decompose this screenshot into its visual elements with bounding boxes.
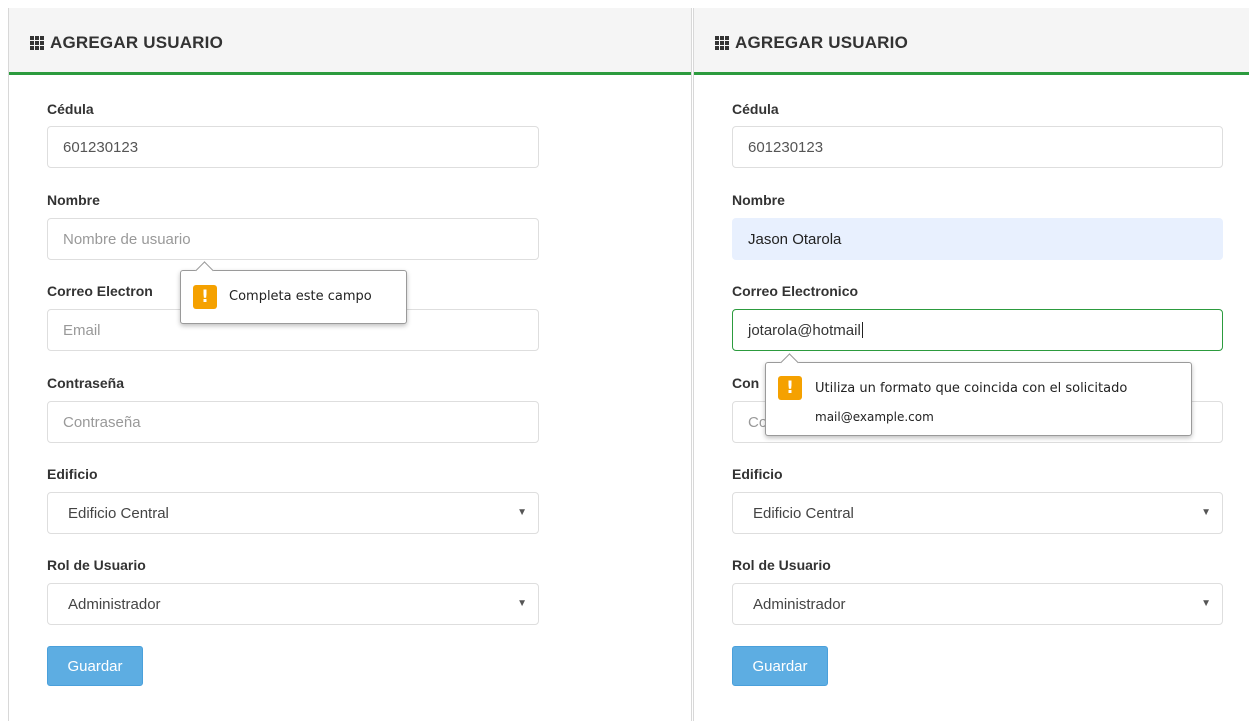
cedula-input[interactable]: 601230123: [732, 126, 1223, 168]
rol-selected: Administrador: [68, 595, 161, 613]
tooltip-message: Utiliza un formato que coincida con el s…: [815, 381, 1128, 396]
add-user-panel-right: AGREGAR USUARIO Cédula 601230123 Nombre …: [693, 8, 1249, 721]
th-grid-icon: [30, 36, 44, 50]
panel-header: AGREGAR USUARIO: [694, 8, 1249, 75]
nombre-label: Nombre: [47, 192, 100, 208]
cedula-label: Cédula: [732, 101, 779, 117]
edificio-select[interactable]: Edificio Central ▼: [47, 492, 539, 534]
panel-title: AGREGAR USUARIO: [50, 33, 224, 52]
save-button[interactable]: Guardar: [732, 646, 828, 686]
cedula-input[interactable]: 601230123: [47, 126, 539, 168]
add-user-panel-left: AGREGAR USUARIO Cédula 601230123 Nombre …: [8, 8, 692, 721]
tooltip-hint: mail@example.com: [815, 410, 934, 424]
cedula-label: Cédula: [47, 101, 94, 117]
rol-select[interactable]: Administrador ▼: [732, 583, 1223, 625]
password-input[interactable]: Contraseña: [47, 401, 539, 443]
panel-header: AGREGAR USUARIO: [9, 8, 691, 75]
caret-down-icon: ▼: [517, 507, 527, 518]
th-grid-icon: [715, 36, 729, 50]
exclamation-icon: !: [778, 376, 802, 400]
email-input[interactable]: jotarola@hotmail: [732, 309, 1223, 351]
validation-tooltip: ! Completa este campo: [180, 261, 407, 324]
rol-label: Rol de Usuario: [732, 557, 831, 573]
tooltip-message: Completa este campo: [229, 289, 372, 304]
contrasena-label: Contraseña: [47, 375, 125, 391]
rol-selected: Administrador: [753, 595, 846, 613]
edificio-select[interactable]: Edificio Central ▼: [732, 492, 1223, 534]
edificio-selected: Edificio Central: [753, 504, 854, 522]
caret-down-icon: ▼: [517, 598, 527, 609]
nombre-input[interactable]: Jason Otarola: [732, 218, 1223, 260]
exclamation-icon: !: [193, 285, 217, 309]
edificio-label: Edificio: [732, 466, 783, 482]
email-value: jotarola@hotmail: [748, 321, 861, 339]
validation-tooltip: ! Utiliza un formato que coincida con el…: [765, 353, 1192, 436]
rol-select[interactable]: Administrador ▼: [47, 583, 539, 625]
correo-label: Correo Electron: [47, 283, 153, 299]
edificio-label: Edificio: [47, 466, 98, 482]
correo-label: Correo Electronico: [732, 283, 859, 299]
caret-down-icon: ▼: [1201, 507, 1211, 518]
contrasena-label: Con: [732, 375, 760, 391]
caret-down-icon: ▼: [1201, 598, 1211, 609]
edificio-selected: Edificio Central: [68, 504, 169, 522]
panel-title: AGREGAR USUARIO: [735, 33, 909, 52]
save-button[interactable]: Guardar: [47, 646, 143, 686]
text-caret: [861, 322, 863, 338]
nombre-input[interactable]: Nombre de usuario: [47, 218, 539, 260]
rol-label: Rol de Usuario: [47, 557, 146, 573]
nombre-label: Nombre: [732, 192, 785, 208]
